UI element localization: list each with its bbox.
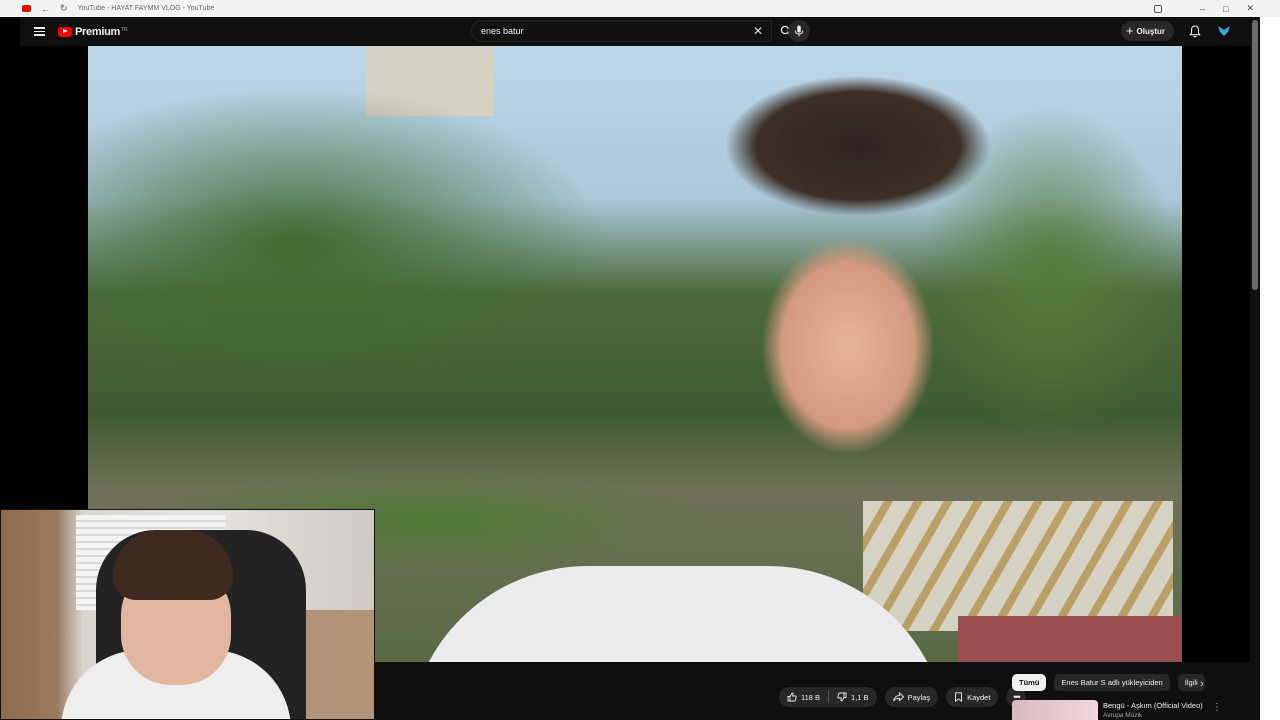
voice-search-button[interactable] — [788, 20, 810, 42]
scrollbar-thumb[interactable] — [1252, 20, 1258, 290]
browser-titlebar: ← ↻ YouTube - HAYAT FAYMM VLOG - YouTube… — [0, 0, 1280, 17]
like-dislike-group: 118 B 1,1 B — [779, 687, 877, 707]
recommendation-chips: Tümü Enes Batur S adlı yükleyiciden İlgi… — [1012, 674, 1205, 691]
page-scrollbar[interactable] — [1250, 17, 1260, 720]
search-input[interactable] — [472, 26, 722, 36]
avatar-icon — [1218, 26, 1230, 36]
youtube-favicon-icon — [22, 5, 31, 12]
region-code: TR — [120, 26, 128, 33]
close-icon[interactable]: ✕ — [1246, 3, 1254, 14]
share-icon — [892, 692, 904, 702]
brand-label: Premium — [75, 25, 120, 38]
bookmark-icon — [955, 692, 963, 702]
reload-icon[interactable]: ↻ — [60, 3, 68, 14]
plus-icon: + — [1125, 23, 1134, 38]
share-label: Paylaş — [907, 692, 931, 702]
tab-title: YouTube - HAYAT FAYMM VLOG - YouTube — [77, 5, 215, 12]
create-button[interactable]: + Oluştur — [1120, 21, 1174, 41]
save-button[interactable]: Kaydet — [946, 687, 999, 707]
dislike-count: 1,1 B — [851, 692, 869, 702]
youtube-logo[interactable]: Premium TR — [58, 26, 128, 38]
microphone-icon — [794, 25, 804, 37]
dislike-button[interactable]: 1,1 B — [829, 687, 877, 707]
minimize-icon[interactable]: – — [1200, 4, 1205, 14]
share-button[interactable]: Paylaş — [884, 687, 939, 707]
like-count: 118 B — [801, 692, 821, 702]
menu-icon[interactable] — [34, 27, 45, 36]
maximize-icon[interactable]: □ — [1223, 4, 1228, 14]
more-vertical-icon[interactable]: ⋮ — [1212, 702, 1222, 713]
recommendation-item[interactable]: Bengü - Aşkım (Official Video) Avrupa Mü… — [1012, 700, 1242, 720]
thumbs-up-icon — [787, 692, 797, 702]
notifications-button[interactable] — [1188, 24, 1202, 38]
like-button[interactable]: 118 B — [779, 687, 828, 707]
webcam-overlay — [0, 509, 375, 720]
right-gutter — [1260, 17, 1280, 720]
search-box[interactable]: ✕ — [471, 20, 772, 42]
chip-all[interactable]: Tümü — [1012, 674, 1047, 691]
chevron-right-icon[interactable]: › — [1200, 678, 1204, 690]
create-label: Oluştur — [1136, 26, 1165, 36]
youtube-play-icon — [58, 26, 72, 37]
account-avatar[interactable] — [1216, 23, 1232, 39]
masthead: Premium TR ✕ + Oluştur — [20, 17, 1250, 46]
save-label: Kaydet — [967, 692, 991, 702]
bell-icon — [1189, 24, 1201, 37]
recommendation-title[interactable]: Bengü - Aşkım (Official Video) — [1103, 701, 1203, 710]
left-gutter — [0, 17, 20, 509]
video-actions: 118 B 1,1 B Paylaş Kaydet ••• — [779, 687, 1027, 707]
thumbs-down-icon — [837, 692, 847, 702]
back-icon[interactable]: ← — [41, 4, 50, 14]
recommendation-channel[interactable]: Avrupa Müzik — [1103, 712, 1203, 719]
extensions-icon[interactable] — [1154, 4, 1162, 13]
chip-from-uploader[interactable]: Enes Batur S adlı yükleyiciden — [1054, 674, 1170, 691]
recommendation-thumbnail[interactable] — [1012, 700, 1098, 720]
clear-search-icon[interactable]: ✕ — [753, 25, 763, 37]
